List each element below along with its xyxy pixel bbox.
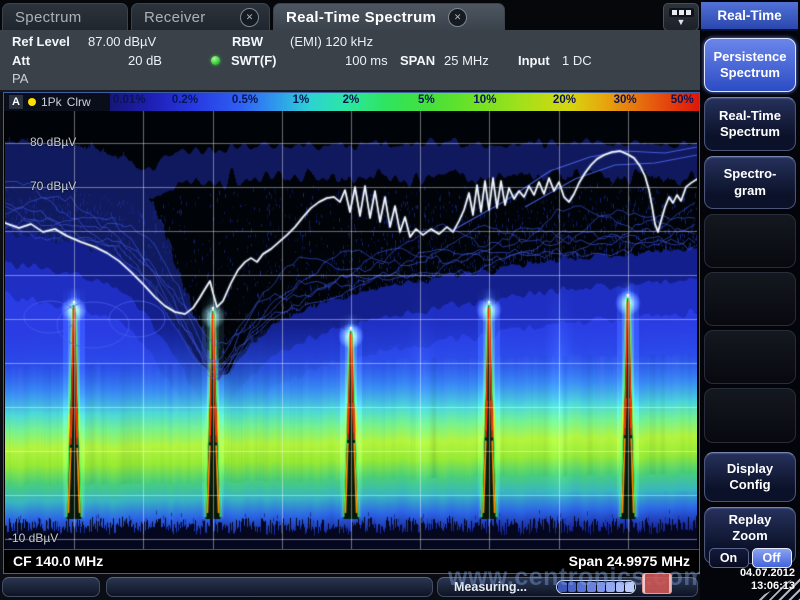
status-segment <box>106 577 433 597</box>
softkey-replay-zoom[interactable]: Replay Zoom On Off <box>704 507 796 564</box>
rbw-value[interactable]: (EMI) 120 kHz <box>290 34 373 49</box>
time: 13:06:13 <box>740 580 795 593</box>
softkey-spectrogram[interactable]: Spectro- gram <box>704 156 796 209</box>
tab-label: Spectrum <box>15 9 82 26</box>
settings-header: Ref Level 87.00 dBµV RBW (EMI) 120 kHz A… <box>0 30 700 92</box>
softkey-real-time-spectrum[interactable]: Real-Time Spectrum <box>704 97 796 151</box>
detector-label: Clrw <box>67 95 91 109</box>
swt-value[interactable]: 100 ms <box>345 53 388 68</box>
instrument-screen: Spectrum Receiver ✕ Real-Time Spectrum ✕… <box>0 0 800 600</box>
colorbar-tick: 20% <box>553 94 576 106</box>
density-colorbar: 0.01% 0.2% 0.5% 1% 2% 5% 10% 20% 30% 50% <box>110 93 699 111</box>
replay-zoom-on-toggle[interactable]: On <box>709 548 749 568</box>
input-value[interactable]: 1 DC <box>562 53 592 68</box>
colorbar-tick: 5% <box>418 94 435 106</box>
window-letter: A <box>9 95 23 109</box>
date: 04.07.2012 <box>740 567 795 580</box>
colorbar-tick: 0.2% <box>172 94 198 106</box>
tab-spectrum[interactable]: Spectrum <box>2 3 128 30</box>
att-label: Att <box>12 53 30 68</box>
colorbar-tick: 50% <box>671 94 694 106</box>
colorbar-tick: 2% <box>343 94 360 106</box>
datetime-display: 04.07.2012 13:06:13 <box>740 567 795 593</box>
trace-info: A 1Pk Clrw <box>4 93 110 111</box>
replay-zoom-off-toggle[interactable]: Off <box>752 548 792 568</box>
colorbar-tick: 0.5% <box>232 94 258 106</box>
watermark-logo <box>642 573 672 594</box>
colorbar-tick: 10% <box>473 94 496 106</box>
softkey-display-config[interactable]: Display Config <box>704 452 796 502</box>
softkey-sidebar: Real-Time Persistence Spectrum Real-Time… <box>700 0 800 600</box>
colorbar-tick: 0.01% <box>113 94 146 106</box>
close-icon[interactable]: ✕ <box>448 8 467 27</box>
colorbar-tick: 1% <box>293 94 310 106</box>
tab-receiver[interactable]: Receiver ✕ <box>131 3 270 30</box>
softkey-empty <box>704 272 796 326</box>
input-label: Input <box>518 53 550 68</box>
span-label: SPAN <box>400 53 435 68</box>
tab-bar: Spectrum Receiver ✕ Real-Time Spectrum ✕… <box>0 0 700 30</box>
trace-label: 1Pk <box>41 95 62 109</box>
windows-grid-icon <box>669 8 694 17</box>
swt-label: SWT(F) <box>231 53 276 68</box>
spectrum-display: 80 dBµV 70 dBµV -10 dBµV <box>4 111 699 549</box>
status-segment <box>2 577 100 597</box>
chevron-down-icon: ▼ <box>677 18 686 27</box>
persistence-legend: A 1Pk Clrw 0.01% 0.2% 0.5% 1% 2% 5% 10% … <box>4 93 699 111</box>
y-axis-tick: -10 dBµV <box>8 531 58 545</box>
softkey-persistence-spectrum[interactable]: Persistence Spectrum <box>704 38 796 92</box>
trace-color-dot-icon <box>28 98 36 106</box>
replay-zoom-label: Replay Zoom <box>729 512 772 545</box>
softkey-menu-title: Real-Time <box>701 2 798 31</box>
att-value[interactable]: 20 dB <box>128 53 162 68</box>
span-value[interactable]: 25 MHz <box>444 53 489 68</box>
rbw-label: RBW <box>232 34 263 49</box>
softkey-empty <box>704 330 796 384</box>
tab-real-time-spectrum[interactable]: Real-Time Spectrum ✕ <box>273 3 505 30</box>
center-frequency[interactable]: CF 140.0 MHz <box>13 553 103 569</box>
y-axis-tick: 80 dBµV <box>30 135 76 149</box>
close-icon[interactable]: ✕ <box>240 8 259 27</box>
sweep-led-icon <box>211 56 220 65</box>
preamp-label: PA <box>12 71 28 86</box>
tab-label: Receiver <box>144 9 206 26</box>
persistence-spectrum-canvas[interactable] <box>5 111 697 549</box>
window-menu-button[interactable]: ▼ <box>663 3 699 31</box>
softkey-empty <box>704 214 796 268</box>
y-axis-tick: 70 dBµV <box>30 179 76 193</box>
measurement-window: A 1Pk Clrw 0.01% 0.2% 0.5% 1% 2% 5% 10% … <box>3 92 700 574</box>
tab-label: Real-Time Spectrum <box>286 9 436 26</box>
colorbar-tick: 30% <box>614 94 637 106</box>
softkey-empty <box>704 388 796 443</box>
ref-level-value[interactable]: 87.00 dBµV <box>88 34 156 49</box>
ref-level-label: Ref Level <box>12 34 70 49</box>
